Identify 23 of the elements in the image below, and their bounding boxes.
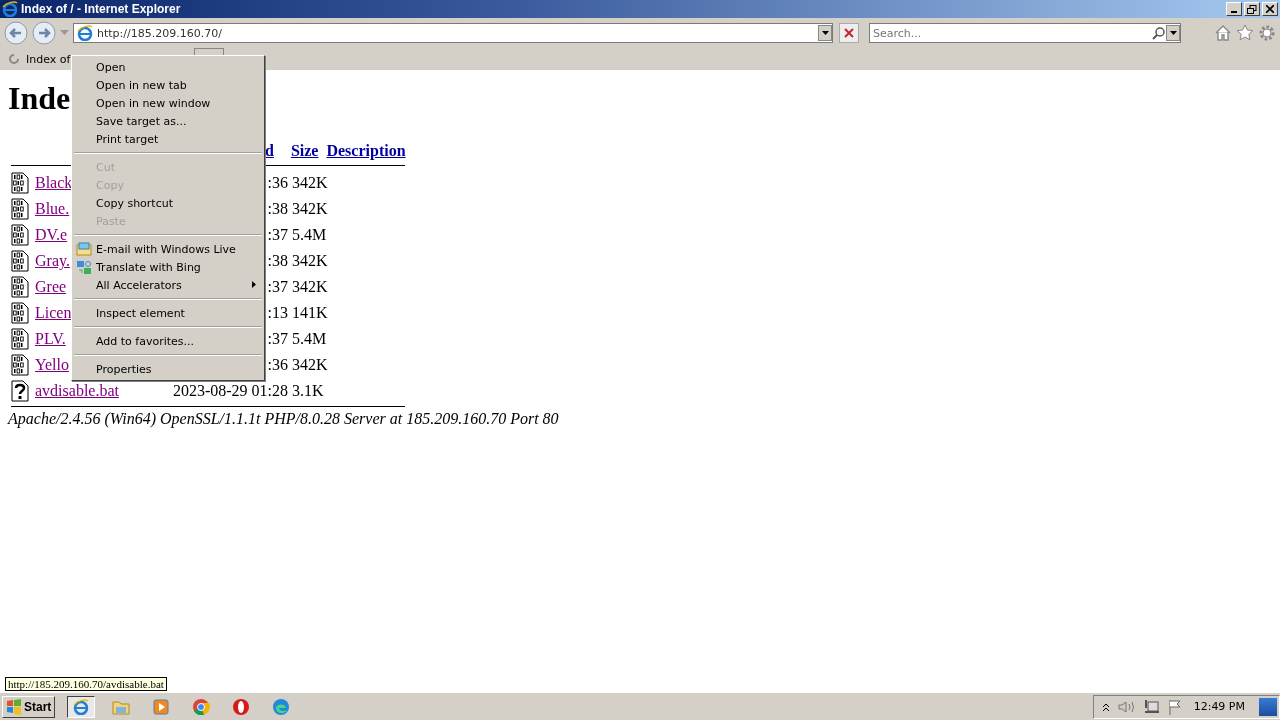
- size-cell-text: 342K: [291, 278, 328, 296]
- size-cell-text: 3.1K: [291, 382, 325, 400]
- size-cell-text: 141K: [291, 304, 328, 322]
- clock: 12:49 PM: [1193, 700, 1245, 713]
- modified-cell: :37: [267, 226, 288, 244]
- modified-cell: 2023-08-29 01:28: [172, 382, 288, 400]
- modified-cell: :36: [267, 356, 288, 374]
- modified-cell: :38: [267, 200, 288, 218]
- size-cell-text: 342K: [291, 174, 328, 192]
- size-cell-text: 5.4M: [291, 226, 328, 244]
- window-title: Index of / - Internet Explorer: [21, 2, 181, 16]
- modified-cell: :37: [267, 278, 288, 296]
- server-signature: Apache/2.4.56 (Win64) OpenSSL/1.1.1t PHP/8.0.28 Server at 185.209.160.70 Port 80: [8, 410, 559, 428]
- modified-cell: :37: [267, 330, 288, 348]
- modified-cell: :36: [267, 174, 288, 192]
- size-cell-text: 342K: [291, 200, 328, 218]
- size-cell-text: 5.4M: [291, 330, 328, 348]
- modified-cell: :13: [267, 304, 288, 322]
- size-cell-text: 342K: [291, 252, 328, 270]
- page-heading: Inde: [8, 80, 71, 117]
- size-cell-text: 342K: [291, 356, 328, 374]
- status-tooltip: http://185.209.160.70/avdisable.bat: [5, 677, 167, 691]
- modified-cell: :38: [267, 252, 288, 270]
